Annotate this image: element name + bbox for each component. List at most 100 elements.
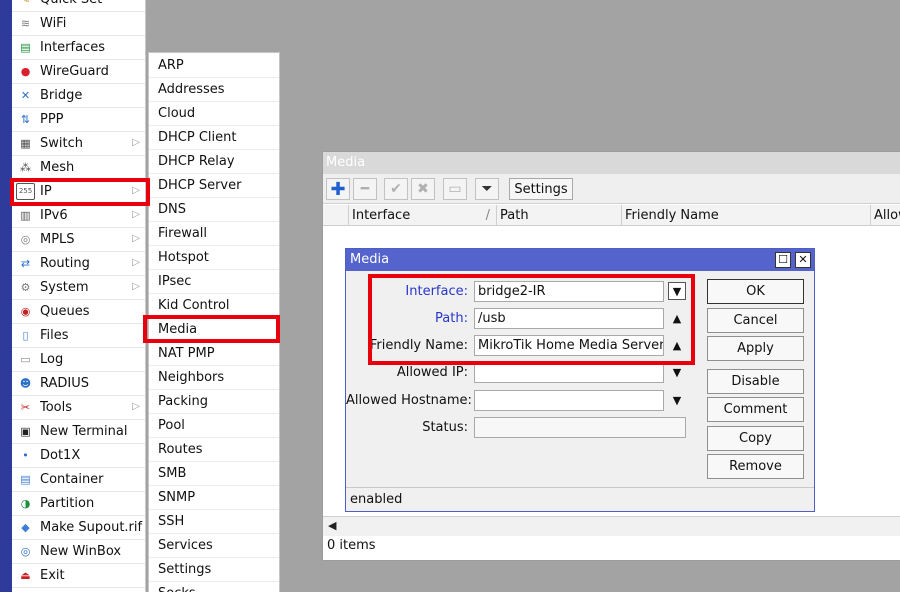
filter-icon: ⏷ [481, 181, 493, 197]
submenu-arrow-icon: ▷ [132, 137, 140, 148]
sidebar-item-switch[interactable]: ▦ Switch ▷ [12, 132, 145, 156]
submenu-item-dhcp-server[interactable]: DHCP Server [149, 174, 279, 198]
sidebar-item-label: Exit [40, 568, 65, 583]
interface-select[interactable]: bridge2-IR [474, 281, 664, 302]
sidebar-item-log[interactable]: ▭ Log [12, 348, 145, 372]
path-input[interactable]: /usb [474, 308, 664, 329]
submenu-item-arp[interactable]: ARP [149, 54, 279, 78]
submenu-item-pool[interactable]: Pool [149, 414, 279, 438]
enable-button[interactable]: ✔ [384, 178, 408, 200]
sidebar-item-ppp[interactable]: ⇅ PPP [12, 108, 145, 132]
expand-down-icon[interactable]: ▼ [668, 391, 686, 409]
sidebar-item-radius[interactable]: ☻ RADIUS [12, 372, 145, 396]
dropdown-icon[interactable]: ▼ [668, 282, 686, 300]
sidebar-item-quick-set[interactable]: ✎ Quick Set [12, 0, 145, 12]
submenu-item-ipsec[interactable]: IPsec [149, 270, 279, 294]
sidebar-item-make-supout-rif[interactable]: ◆ Make Supout.rif [12, 516, 145, 540]
dialog-title: Media [346, 249, 814, 271]
column-allow[interactable]: Allow [870, 205, 900, 226]
cancel-button[interactable]: Cancel [707, 308, 804, 333]
sidebar-item-interfaces[interactable]: ▤ Interfaces [12, 36, 145, 60]
submenu-item-firewall[interactable]: Firewall [149, 222, 279, 246]
sidebar-item-label: PPP [40, 112, 64, 127]
submenu-item-socks[interactable]: Socks [149, 582, 279, 592]
sidebar-item-label: Quick Set [40, 0, 102, 7]
submenu-item-ssh[interactable]: SSH [149, 510, 279, 534]
scroll-left-icon[interactable]: ◀ [328, 519, 336, 532]
submenu-item-dhcp-relay[interactable]: DHCP Relay [149, 150, 279, 174]
submenu-item-routes[interactable]: Routes [149, 438, 279, 462]
submenu-item-snmp[interactable]: SNMP [149, 486, 279, 510]
submenu-item-smb[interactable]: SMB [149, 462, 279, 486]
sidebar-menu: ✎ Quick Set ≋ WiFi ▤ Interfaces ● WireGuard ✕ Bri… [12, 0, 146, 592]
expand-down-icon[interactable]: ▼ [668, 363, 686, 381]
apply-button[interactable]: Apply [707, 336, 804, 361]
ip-submenu: ARP Addresses Cloud DHCP Client DHCP Relay DH… [148, 52, 280, 592]
horizontal-scrollbar[interactable]: ◀ [323, 516, 900, 536]
dot1x-icon: • [22, 449, 29, 462]
sidebar-item-ip[interactable]: 255 IP ▷ [12, 180, 145, 204]
submenu-item-settings[interactable]: Settings [149, 558, 279, 582]
disable-button[interactable]: Disable [707, 369, 804, 394]
sidebar-item-new-terminal[interactable]: ▣ New Terminal [12, 420, 145, 444]
add-button[interactable]: ✚ [326, 178, 350, 200]
sidebar-item-ipv6[interactable]: ▥ IPv6 ▷ [12, 204, 145, 228]
sidebar-item-mpls[interactable]: ◎ MPLS ▷ [12, 228, 145, 252]
column-select[interactable] [323, 205, 348, 226]
sidebar-item-bridge[interactable]: ✕ Bridge [12, 84, 145, 108]
sidebar-item-mesh[interactable]: ⁂ Mesh [12, 156, 145, 180]
submenu-item-hotspot[interactable]: Hotspot [149, 246, 279, 270]
mpls-icon: ◎ [20, 233, 31, 246]
submenu-item-dhcp-client[interactable]: DHCP Client [149, 126, 279, 150]
comment-button[interactable]: ▭ [443, 178, 467, 200]
log-icon: ▭ [20, 353, 31, 366]
sidebar-item-wifi[interactable]: ≋ WiFi [12, 12, 145, 36]
submenu-item-neighbors[interactable]: Neighbors [149, 366, 279, 390]
allowed-ip-input[interactable] [474, 362, 664, 383]
maximize-button[interactable]: ☐ [775, 252, 791, 268]
sidebar-item-wireguard[interactable]: ● WireGuard [12, 60, 145, 84]
settings-button[interactable]: Settings [509, 178, 573, 200]
submenu-item-nat-pmp[interactable]: NAT PMP [149, 342, 279, 366]
sidebar-item-new-winbox[interactable]: ◎ New WinBox [12, 540, 145, 564]
friendly-name-input[interactable]: MikroTik Home Media Server [474, 335, 664, 356]
remove-button[interactable]: Remove [707, 454, 804, 479]
tools-icon: ✂ [20, 401, 31, 414]
sidebar-item-routing[interactable]: ⇄ Routing ▷ [12, 252, 145, 276]
submenu-item-addresses[interactable]: Addresses [149, 78, 279, 102]
submenu-item-dns[interactable]: DNS [149, 198, 279, 222]
submenu-item-services[interactable]: Services [149, 534, 279, 558]
switch-icon: ▦ [20, 137, 31, 150]
close-button[interactable]: ✕ [795, 252, 811, 268]
submenu-item-media[interactable]: Media [149, 318, 279, 342]
sidebar-item-queues[interactable]: ◉ Queues [12, 300, 145, 324]
column-path[interactable]: Path [496, 205, 621, 226]
bridge-icon: ✕ [20, 89, 31, 102]
remove-button[interactable]: ━ [353, 178, 377, 200]
column-interface[interactable]: Interface / [348, 205, 496, 226]
submenu-arrow-icon: ▷ [132, 257, 140, 268]
sidebar-item-files[interactable]: ▯ Files [12, 324, 145, 348]
ok-button[interactable]: OK [707, 279, 804, 304]
sidebar-item-system[interactable]: ⚙ System ▷ [12, 276, 145, 300]
allowed-hostname-input[interactable] [474, 390, 664, 411]
collapse-up-icon[interactable]: ▲ [668, 309, 686, 327]
column-friendly-name[interactable]: Friendly Name [621, 205, 870, 226]
winbox-icon: ◎ [20, 545, 31, 558]
cross-icon: ✖ [417, 181, 429, 197]
submenu-item-cloud[interactable]: Cloud [149, 102, 279, 126]
sidebar-item-label: Make Supout.rif [40, 520, 143, 535]
disable-button[interactable]: ✖ [411, 178, 435, 200]
comment-button[interactable]: Comment [707, 397, 804, 422]
sidebar-item-label: WiFi [40, 16, 67, 31]
submenu-item-kid-control[interactable]: Kid Control [149, 294, 279, 318]
sidebar-item-tools[interactable]: ✂ Tools ▷ [12, 396, 145, 420]
sidebar-item-exit[interactable]: ⏏ Exit [12, 564, 145, 588]
sidebar-item-partition[interactable]: ◑ Partition [12, 492, 145, 516]
sidebar-item-container[interactable]: ▤ Container [12, 468, 145, 492]
copy-button[interactable]: Copy [707, 426, 804, 451]
sidebar-item-dot1x[interactable]: • Dot1X [12, 444, 145, 468]
collapse-up-icon[interactable]: ▲ [668, 336, 686, 354]
submenu-item-packing[interactable]: Packing [149, 390, 279, 414]
filter-button[interactable]: ⏷ [475, 178, 499, 200]
